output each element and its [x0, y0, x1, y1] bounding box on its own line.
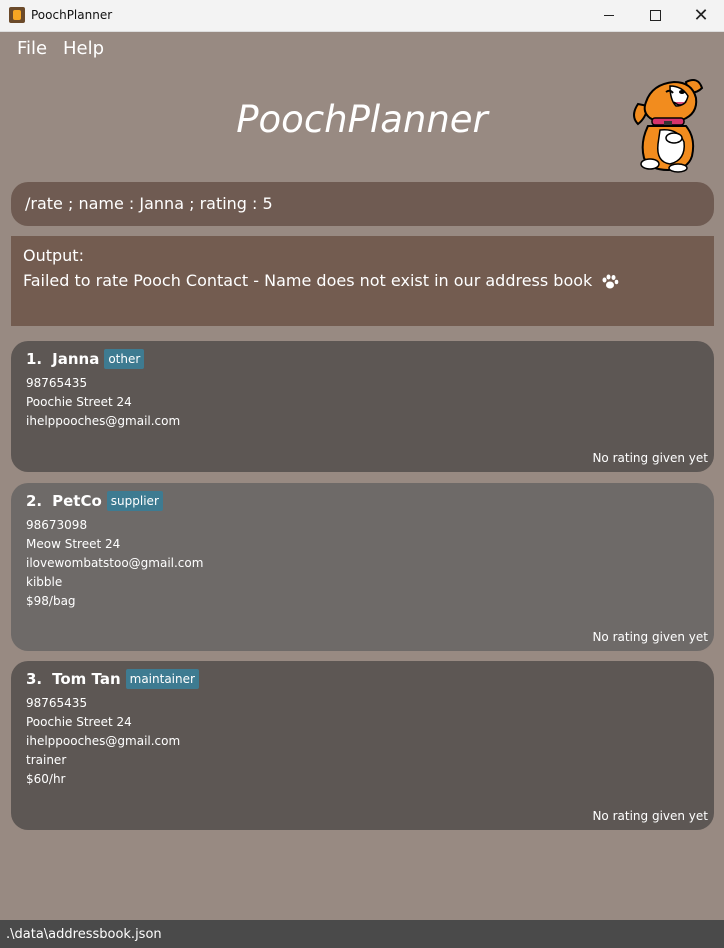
card-details: 98673098 Meow Street 24 ilovewombatstoo@…	[26, 516, 203, 611]
contact-skill: trainer	[26, 753, 67, 767]
card-index: 3.	[26, 670, 43, 688]
output-box: Output: Failed to rate Pooch Contact - N…	[11, 236, 714, 326]
contact-name: Tom Tan	[52, 670, 121, 688]
minimize-icon	[604, 15, 614, 16]
contact-name: Janna	[52, 350, 100, 368]
command-input[interactable]: /rate ; name : Janna ; rating : 5	[25, 194, 273, 213]
contact-tag: supplier	[106, 491, 163, 511]
contact-email: ihelppooches@gmail.com	[26, 414, 181, 428]
close-button[interactable]: ✕	[678, 0, 724, 31]
card-index: 2.	[26, 492, 43, 510]
contact-card[interactable]: 3. Tom Tan maintainer 98765435 Poochie S…	[11, 661, 714, 830]
contact-address: Poochie Street 24	[26, 395, 132, 409]
output-message: Failed to rate Pooch Contact - Name does…	[23, 271, 593, 290]
status-bar: .\data\addressbook.json	[0, 920, 724, 948]
contact-tag: maintainer	[125, 669, 199, 689]
output-message-line: Failed to rate Pooch Contact - Name does…	[23, 271, 619, 290]
contact-card[interactable]: 2. PetCo supplier 98673098 Meow Street 2…	[11, 483, 714, 651]
card-header: 3. Tom Tan maintainer	[26, 669, 199, 689]
window-title: PoochPlanner	[31, 8, 113, 22]
contact-address: Meow Street 24	[26, 537, 121, 551]
menu-help[interactable]: Help	[63, 38, 104, 59]
contact-rating: No rating given yet	[592, 630, 708, 644]
title-bar: PoochPlanner ✕	[0, 0, 724, 32]
card-details: 98765435 Poochie Street 24 ihelppooches@…	[26, 694, 180, 789]
close-icon: ✕	[693, 4, 709, 26]
app-icon	[9, 7, 25, 23]
contact-tag: other	[104, 349, 145, 369]
app-title: PoochPlanner	[236, 98, 488, 141]
maximize-button[interactable]	[632, 0, 678, 31]
card-details: 98765435 Poochie Street 24 ihelppooches@…	[26, 374, 180, 431]
contact-phone: 98765435	[26, 376, 88, 390]
contact-price: $98/bag	[26, 594, 76, 608]
dog-logo-icon	[633, 79, 704, 173]
contact-email: ilovewombatstoo@gmail.com	[26, 556, 204, 570]
output-label: Output:	[23, 246, 84, 265]
contact-email: ihelppooches@gmail.com	[26, 734, 181, 748]
contact-name: PetCo	[52, 492, 102, 510]
status-file-path: .\data\addressbook.json	[6, 927, 162, 942]
card-index: 1.	[26, 350, 43, 368]
contact-rating: No rating given yet	[592, 809, 708, 823]
contact-phone: 98673098	[26, 518, 88, 532]
maximize-icon	[649, 10, 661, 21]
contact-card[interactable]: 1. Janna other 98765435 Poochie Street 2…	[11, 341, 714, 472]
contact-price: $60/hr	[26, 772, 66, 786]
command-box[interactable]: /rate ; name : Janna ; rating : 5	[11, 182, 714, 226]
contact-product: kibble	[26, 575, 63, 589]
contact-rating: No rating given yet	[592, 451, 708, 465]
card-header: 1. Janna other	[26, 349, 145, 369]
minimize-button[interactable]	[586, 0, 632, 31]
contact-address: Poochie Street 24	[26, 715, 132, 729]
menu-file[interactable]: File	[17, 38, 47, 59]
menu-bar: File Help	[0, 32, 724, 66]
contact-phone: 98765435	[26, 696, 88, 710]
card-header: 2. PetCo supplier	[26, 491, 163, 511]
paw-icon	[602, 274, 619, 288]
